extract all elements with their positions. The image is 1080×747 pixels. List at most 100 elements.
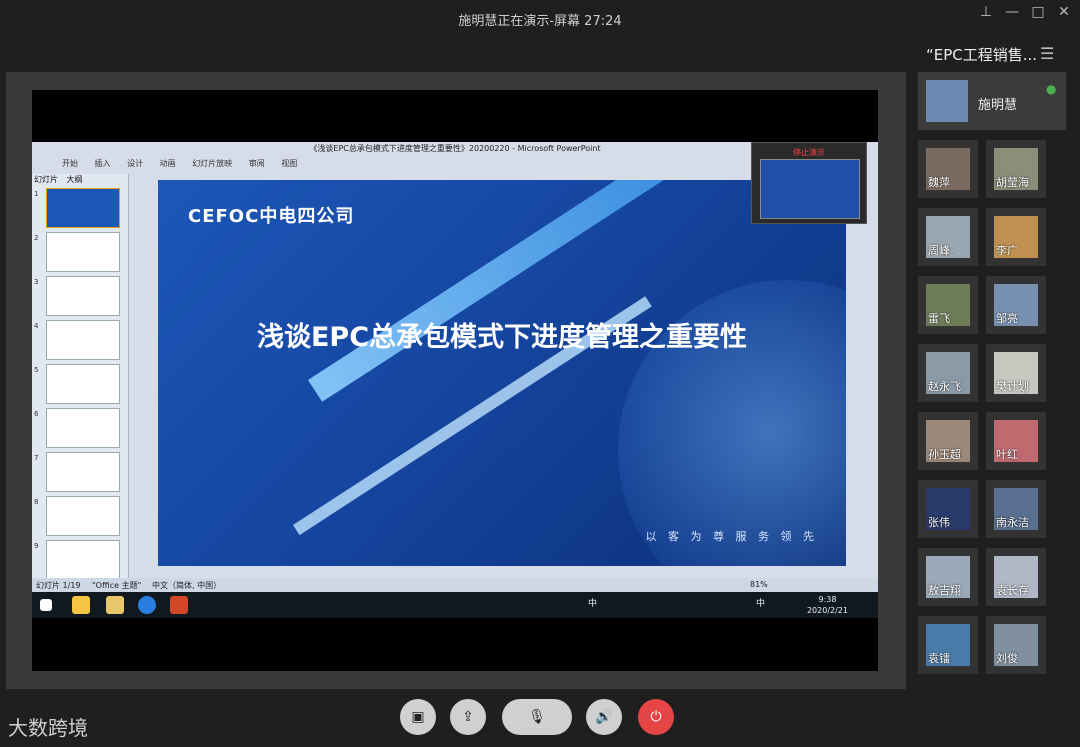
folder-icon[interactable] (72, 596, 90, 614)
ribbon-tab[interactable]: 幻灯片放映 (192, 159, 232, 168)
slide-number: 7 (34, 454, 39, 462)
participant-card[interactable]: 樊计划 (986, 344, 1046, 402)
host-name: 施明慧 (978, 98, 1018, 113)
windows-taskbar: 中 中 9:38 2020/2/21 (32, 592, 878, 618)
shared-screen: 《浅谈EPC总承包模式下进度管理之重要性》20200220 - Microsof… (32, 90, 878, 671)
participant-card[interactable]: 张伟 (918, 480, 978, 538)
minimize-button[interactable]: — (1002, 4, 1022, 20)
slide-number: 3 (34, 278, 39, 286)
power-icon[interactable]: ⏻ (638, 699, 674, 735)
close-button[interactable]: ✕ (1054, 4, 1074, 20)
slide-number: 6 (34, 410, 39, 418)
panel-tabs: 幻灯片 大纲 (34, 174, 83, 185)
participant-card[interactable]: 邹亮 (986, 276, 1046, 334)
system-clock: 9:38 2020/2/21 (807, 594, 848, 616)
ribbon-tab[interactable]: 动画 (160, 159, 176, 168)
ribbon-tab[interactable]: 插入 (95, 159, 111, 168)
preview-thumbnail (760, 159, 860, 219)
file-transfer-icon[interactable]: ⇪ (450, 699, 486, 735)
ribbon-tab[interactable]: 设计 (127, 159, 143, 168)
participant-card[interactable]: 周峰- (918, 208, 978, 266)
participant-name: 孙玉超 (928, 448, 961, 461)
language: 中文（简体, 中国） (152, 581, 222, 590)
participant-name: 赵永飞 (928, 380, 961, 393)
theme-name: "Office 主题" (92, 581, 142, 590)
slide-thumbnail[interactable] (46, 232, 120, 272)
top-bar: 施明慧正在演示-屏幕 27:24 ⊥ — □ ✕ (0, 0, 1080, 36)
participant-card[interactable]: 魏萍 (918, 140, 978, 198)
slide-headline: 浅谈EPC总承包模式下进度管理之重要性 (256, 322, 748, 353)
clock-date: 2020/2/21 (806, 606, 848, 615)
participant-card[interactable]: 刘俊 (986, 616, 1046, 674)
participant-name: 周峰- (928, 244, 954, 257)
powerpoint-icon[interactable] (170, 596, 188, 614)
host-card[interactable]: 施明慧 ● (918, 72, 1066, 130)
ribbon-tab[interactable]: 审阅 (249, 159, 265, 168)
slide-thumbnail[interactable] (46, 452, 120, 492)
participant-name: 叶红 (996, 448, 1018, 461)
slide-slogan: 以 客 为 尊 服 务 领 先 (645, 530, 818, 543)
ime-indicator[interactable]: 中 (756, 596, 765, 609)
pin-icon[interactable]: ⊥ (976, 4, 996, 20)
participant-name: 张伟 (928, 516, 950, 529)
presentation-status: 施明慧正在演示-屏幕 27:24 (458, 14, 622, 29)
mic-on-icon: ● (1046, 82, 1057, 96)
explorer-icon[interactable] (106, 596, 124, 614)
windows-start-icon[interactable] (40, 599, 52, 611)
participant-name: 南永洁 (996, 516, 1029, 529)
avatar (926, 80, 968, 122)
participant-name: 邹亮 (996, 312, 1018, 325)
participant-card[interactable]: 敖吉翔 (918, 548, 978, 606)
company-logo: CEFOC中电四公司 (188, 206, 355, 227)
zoom-level[interactable]: 81% (750, 580, 768, 589)
ribbon-tab[interactable]: 开始 (62, 159, 78, 168)
participant-name: 敖吉翔 (928, 584, 961, 597)
tab-slides[interactable]: 幻灯片 (34, 175, 58, 184)
participant-card[interactable]: 南永洁 (986, 480, 1046, 538)
participant-card[interactable]: 赵永飞 (918, 344, 978, 402)
screen-share-icon[interactable]: ▣ (400, 699, 436, 735)
participant-name: 雷飞 (928, 312, 950, 325)
slide-number: 5 (34, 366, 39, 374)
participant-name: 刘俊 (996, 652, 1018, 665)
maximize-button[interactable]: □ (1028, 4, 1048, 20)
participant-card[interactable]: 雷飞 (918, 276, 978, 334)
tab-outline[interactable]: 大纲 (67, 175, 83, 184)
slide-thumbnail[interactable] (46, 540, 120, 580)
participant-card[interactable]: 叶红 (986, 412, 1046, 470)
watermark: 大数跨境 (8, 716, 88, 740)
slide-thumbnail[interactable] (46, 408, 120, 448)
participant-name: 袁镭 (928, 652, 950, 665)
list-icon[interactable]: ☰ (1040, 44, 1054, 63)
current-slide: CEFOC中电四公司 浅谈EPC总承包模式下进度管理之重要性 以 客 为 尊 服… (158, 180, 846, 566)
presenter-preview: 停止演示 (751, 142, 867, 224)
participant-card[interactable]: 孙玉超 (918, 412, 978, 470)
clock-time: 9:38 (818, 595, 837, 604)
slide-number: 4 (34, 322, 39, 330)
powerpoint-window: 《浅谈EPC总承包模式下进度管理之重要性》20200220 - Microsof… (32, 142, 878, 618)
slide-number: 9 (34, 542, 39, 550)
ppt-ribbon: 开始 插入 设计 动画 幻灯片放映 审阅 视图 (62, 158, 311, 172)
slide-thumbnail[interactable] (46, 496, 120, 536)
participant-name: 李广 (996, 244, 1018, 257)
participant-card[interactable]: 袁长存 (986, 548, 1046, 606)
slide-thumbnails: 幻灯片 大纲 1 2 3 4 5 6 7 8 9 (32, 174, 129, 580)
slide-number: 8 (34, 498, 39, 506)
ribbon-tab[interactable]: 视图 (281, 159, 297, 168)
ime-indicator[interactable]: 中 (588, 596, 597, 609)
slide-thumbnail[interactable] (46, 276, 120, 316)
slide-thumbnail[interactable] (46, 188, 120, 228)
stop-presenting-button[interactable]: 停止演示 (752, 147, 866, 158)
participant-card[interactable]: 袁镭 (918, 616, 978, 674)
slide-thumbnail[interactable] (46, 364, 120, 404)
slide-thumbnail[interactable] (46, 320, 120, 360)
browser-icon[interactable] (138, 596, 156, 614)
slide-number: 2 (34, 234, 39, 242)
speaker-icon[interactable]: 🔊 (586, 699, 622, 735)
participant-card[interactable]: 胡莹海 (986, 140, 1046, 198)
slide-count: 幻灯片 1/19 (36, 581, 81, 590)
participant-card[interactable]: 李广 (986, 208, 1046, 266)
mic-muted-icon[interactable]: 🎙 (502, 699, 572, 735)
meeting-title: “EPC工程销售... (926, 46, 1038, 64)
participant-name: 袁长存 (996, 584, 1029, 597)
